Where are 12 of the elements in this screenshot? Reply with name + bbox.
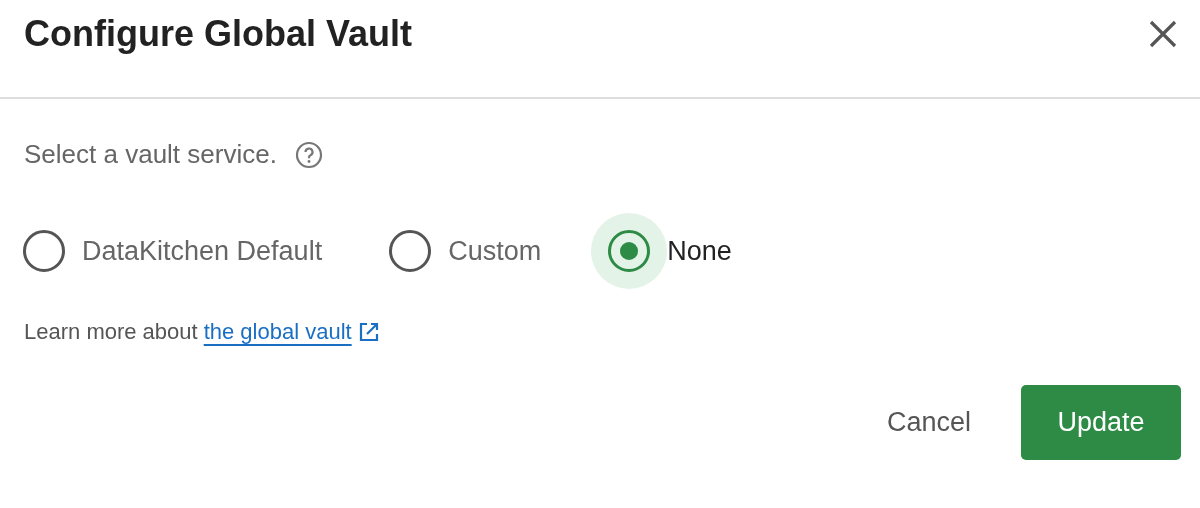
radio-label[interactable]: Custom: [448, 235, 542, 267]
radio-label[interactable]: None: [667, 235, 732, 267]
external-link-icon[interactable]: [357, 321, 380, 343]
help-icon[interactable]: [294, 140, 323, 169]
global-vault-link[interactable]: the global vault: [203, 319, 352, 345]
update-button[interactable]: Update: [1021, 385, 1181, 460]
close-icon[interactable]: [1148, 18, 1178, 49]
cancel-button[interactable]: Cancel: [886, 397, 971, 448]
learn-more-text: Learn more about: [24, 319, 198, 345]
radio-label[interactable]: DataKitchen Default: [82, 235, 323, 267]
dialog-title: Configure Global Vault: [24, 12, 413, 55]
prompt-text: Select a vault service.: [24, 139, 277, 170]
